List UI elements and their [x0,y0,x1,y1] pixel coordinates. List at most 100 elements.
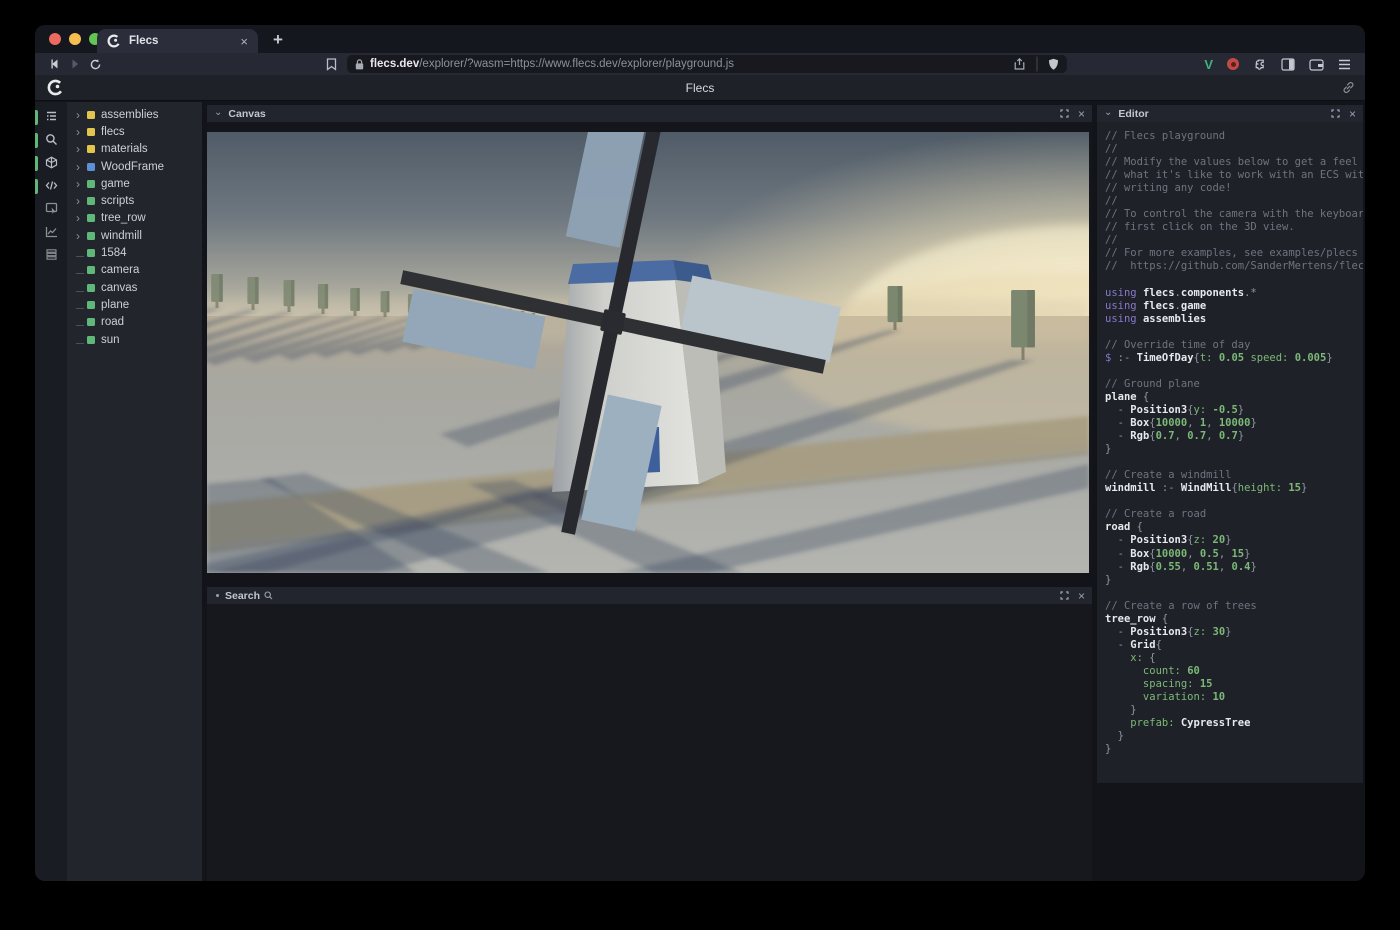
chevron-down-icon[interactable]: ⌄ [214,108,222,118]
expand-chevron-icon[interactable]: › [76,126,87,138]
tree-item-label: materials [101,143,148,155]
leaf-connector [76,316,87,328]
close-icon[interactable]: × [1078,590,1085,602]
tree-item-camera[interactable]: camera [67,262,202,279]
reload-button[interactable] [85,55,105,73]
tree-item-materials[interactable]: › materials [67,141,202,158]
tab-close-icon[interactable]: × [240,35,248,48]
code-line: tree_row { [1105,613,1363,626]
code-editor[interactable]: // Flecs playground//// Modify the value… [1097,122,1363,783]
toolbar-extensions: V [1204,57,1355,72]
tree-item-windmill[interactable]: › windmill [67,227,202,244]
strip-button-rows-icon[interactable] [35,248,67,263]
tree-item-1584[interactable]: 1584 [67,244,202,261]
code-line: - Rgb{0.7, 0.7, 0.7} [1105,430,1363,443]
code-line: windmill :- WindMill{height: 15} [1105,482,1363,495]
editor-panel-title: Editor [1118,108,1148,120]
entity-color-square [87,163,95,171]
extensions-puzzle-icon[interactable] [1253,57,1267,71]
code-line [1105,587,1363,600]
vue-devtools-icon[interactable]: V [1204,57,1213,72]
canvas-3d-view[interactable] [207,122,1092,573]
expand-chevron-icon[interactable]: › [76,195,87,207]
url-divider: | [1035,55,1039,73]
forward-button[interactable] [65,55,85,73]
sidebar-panel-icon[interactable] [1281,58,1295,71]
bookmark-icon[interactable] [321,55,341,73]
canvas-panel-title: Canvas [228,108,265,120]
expand-chevron-icon[interactable]: › [76,109,87,121]
code-line: // Flecs playground [1105,130,1363,143]
expand-chevron-icon[interactable]: › [76,212,87,224]
entity-color-square [87,336,95,344]
leaf-connector [76,282,87,294]
entity-tree: ›assemblies›flecs›materials›WoodFrame›ga… [67,106,202,348]
back-button[interactable] [45,55,65,73]
leaf-connector [76,299,87,311]
search-panel-body[interactable] [207,604,1092,881]
fullscreen-icon[interactable] [1331,109,1340,118]
hierarchy-icon [45,110,58,123]
strip-button-code-icon[interactable] [35,179,67,194]
code-line: using flecs.game [1105,300,1363,313]
close-icon[interactable]: × [1349,108,1356,120]
tree-item-sun[interactable]: sun [67,331,202,348]
fullscreen-icon[interactable] [1060,591,1069,600]
strip-button-hierarchy-icon[interactable] [35,110,67,125]
expand-chevron-icon[interactable]: › [76,178,87,190]
tree-item-road[interactable]: road [67,314,202,331]
browser-window: Flecs × + flecs.dev/explorer/?wasm=https… [35,25,1365,881]
flecs-logo[interactable] [47,79,64,96]
tree-item-label: sun [101,334,120,346]
canvas-panel-header: ⌄ Canvas × [207,105,1092,122]
tree-item-WoodFrame[interactable]: ›WoodFrame [67,158,202,175]
share-link-icon[interactable] [1342,81,1355,94]
tree-item-game[interactable]: ›game [67,175,202,192]
expand-chevron-icon[interactable]: › [76,143,87,155]
close-window-button[interactable] [49,33,61,45]
menu-icon[interactable] [1338,59,1351,70]
code-line: - Position3{y: -0.5} [1105,404,1363,417]
code-line: - Grid{ [1105,639,1363,652]
left-icon-strip [35,102,67,881]
strip-button-chart-icon[interactable] [35,225,67,240]
strip-button-cube-icon[interactable] [35,156,67,171]
tree-item-flecs[interactable]: ›flecs [67,123,202,140]
tree-item-assemblies[interactable]: ›assemblies [67,106,202,123]
extension-red-icon[interactable] [1227,58,1239,70]
code-line [1105,495,1363,508]
url-bar[interactable]: flecs.dev/explorer/?wasm=https://www.fle… [347,55,1067,73]
tree-item-label: tree_row [101,212,146,224]
entity-color-square [87,145,95,153]
search-panel: Search × [207,587,1092,881]
leaf-connector [76,334,87,346]
chevron-collapsed-icon[interactable] [216,594,219,597]
code-line: // Override time of day [1105,339,1363,352]
strip-button-inspect-icon[interactable] [35,202,67,217]
code-line [1105,456,1363,469]
tree-item-plane[interactable]: plane [67,296,202,313]
strip-button-search-icon[interactable] [35,133,67,148]
search-panel-header: Search × [207,587,1092,604]
active-indicator [35,110,38,125]
chevron-down-icon[interactable]: ⌄ [1104,108,1112,118]
tree-item-tree_row[interactable]: › tree_row [67,210,202,227]
brave-shield-icon[interactable] [1048,58,1059,71]
code-line: } [1105,704,1363,717]
wallet-icon[interactable] [1309,58,1324,71]
entity-color-square [87,214,95,222]
tree-item-scripts[interactable]: ›scripts [67,192,202,209]
close-icon[interactable]: × [1078,108,1085,120]
fullscreen-icon[interactable] [1060,109,1069,118]
tree-item-label: windmill [101,230,142,242]
browser-tab-flecs[interactable]: Flecs × [97,29,258,53]
code-line: // [1105,195,1363,208]
code-line: using assemblies [1105,313,1363,326]
tree-item-label: camera [101,264,139,276]
share-icon[interactable] [1014,58,1025,70]
minimize-window-button[interactable] [69,33,81,45]
tree-item-canvas[interactable]: canvas [67,279,202,296]
expand-chevron-icon[interactable]: › [76,161,87,173]
expand-chevron-icon[interactable]: › [76,230,87,242]
new-tab-button[interactable]: + [267,28,289,52]
